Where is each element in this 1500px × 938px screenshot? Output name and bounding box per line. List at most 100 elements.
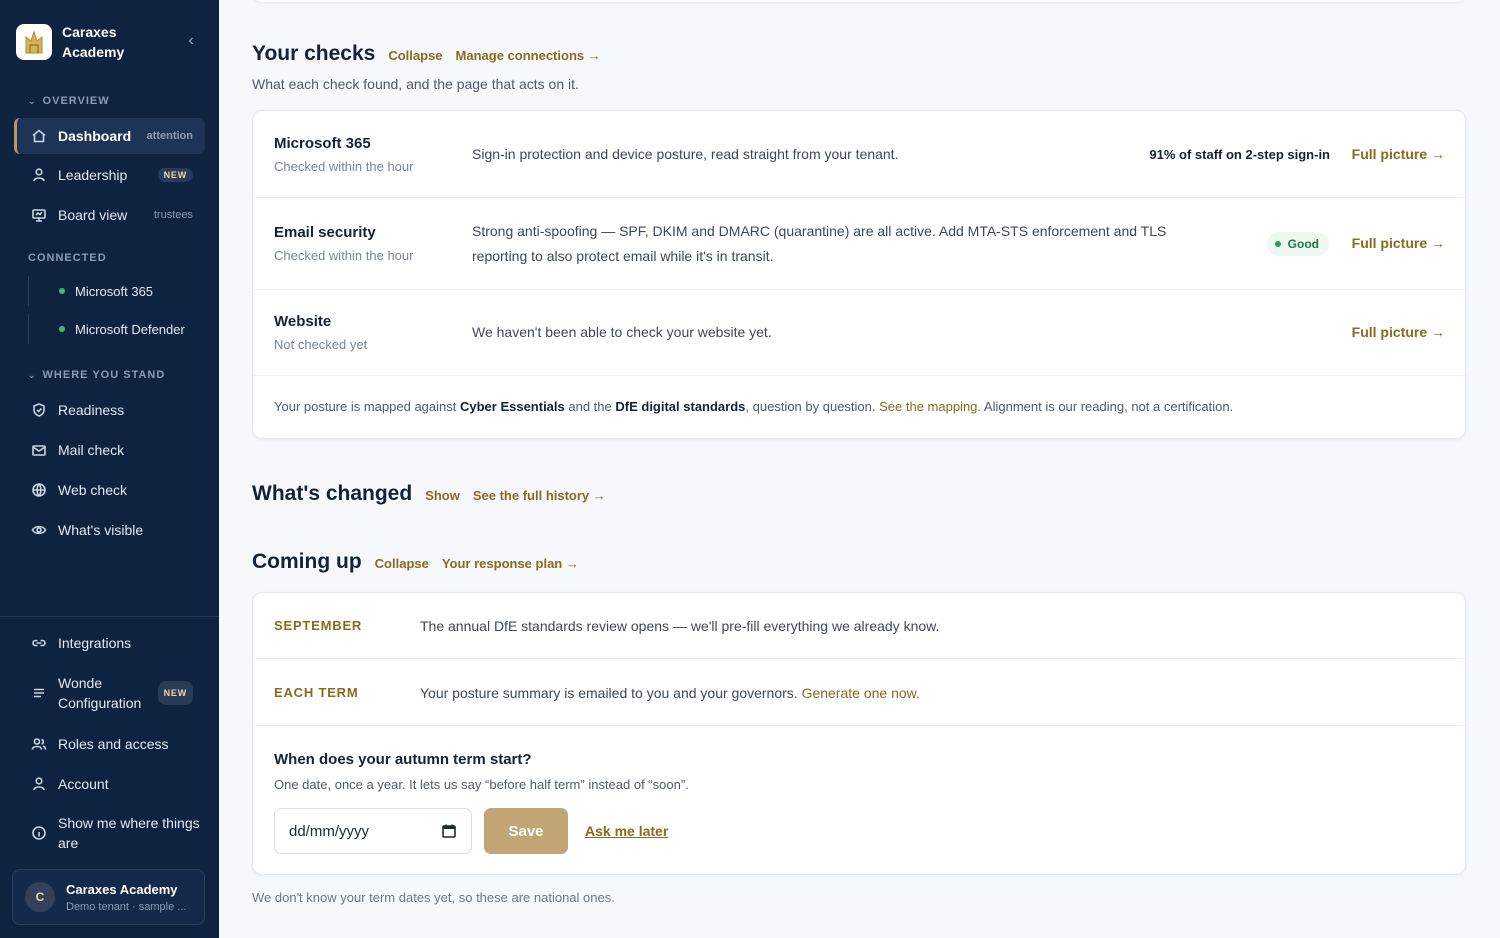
home-icon [31, 128, 47, 144]
sidebar-item-label: Mail check [58, 442, 125, 458]
sidebar-item-integrations[interactable]: Integrations [14, 625, 205, 661]
response-plan-link[interactable]: Your response plan → [442, 556, 579, 571]
sidebar-divider [0, 616, 219, 617]
term-question-help: One date, once a year. It lets us say “b… [274, 777, 689, 792]
mapping-note: Your posture is mapped against Cyber Ess… [274, 399, 1234, 414]
sidebar-item-label: Show me where things are [58, 815, 200, 851]
dragon-crest-icon [25, 30, 43, 54]
sidebar-item-wonde-configuration[interactable]: Wonde Configuration NEW [14, 671, 205, 715]
chevron-down-icon: ⌄ [28, 95, 37, 106]
save-button[interactable]: Save [484, 808, 568, 854]
coming-up-card: SEPTEMBER The annual DfE standards revie… [252, 592, 1466, 875]
generate-summary-link[interactable]: Generate one now. [802, 685, 920, 701]
sidebar-item-label: Leadership [58, 167, 128, 183]
sidebar-item-label: Wonde Configuration [58, 675, 142, 711]
sidebar-item-label: Web check [58, 482, 127, 498]
footnote: We don't know your term dates yet, so th… [252, 890, 615, 905]
check-stat: 91% of staff on 2-step sign-in [1149, 147, 1330, 162]
sidebar-item-label: Roles and access [58, 736, 169, 752]
check-time: Not checked yet [274, 337, 368, 352]
show-button[interactable]: Show [425, 488, 460, 503]
connected-status-dot [59, 288, 65, 294]
section-where-you-stand[interactable]: ⌄ WHERE YOU STAND [28, 369, 165, 381]
check-time: Checked within the hour [274, 248, 414, 263]
school-logo [16, 24, 52, 60]
chevron-down-icon: ⌄ [28, 369, 37, 380]
menu-icon [31, 685, 47, 701]
full-picture-link[interactable]: Full picture → [1352, 235, 1445, 251]
sidebar-item-readiness[interactable]: Readiness [14, 392, 205, 428]
account-name: Caraxes Academy [66, 881, 178, 897]
sidebar-item-whats-visible[interactable]: What's visible [14, 512, 205, 548]
main-content: Your checks Collapse Manage connections … [219, 0, 1500, 938]
collapse-button[interactable]: Collapse [375, 556, 429, 571]
sidebar-item-microsoft-defender[interactable]: Microsoft Defender [28, 314, 205, 344]
info-icon [31, 825, 47, 841]
mail-icon [31, 442, 47, 458]
check-row-microsoft-365: Microsoft 365 Checked within the hour Si… [253, 111, 1465, 198]
sidebar-item-label: Dashboard [58, 128, 132, 144]
new-badge: NEW [157, 168, 193, 182]
check-name: Microsoft 365 [274, 135, 371, 152]
checks-card: Microsoft 365 Checked within the hour Si… [252, 110, 1466, 439]
check-name: Website [274, 313, 332, 330]
check-time: Checked within the hour [274, 159, 414, 174]
account-subtitle: Demo tenant · sample ... [66, 900, 187, 913]
check-description: Strong anti-spoofing — SPF, DKIM and DMA… [472, 223, 1167, 264]
check-row-website: Website Not checked yet We haven't been … [253, 290, 1465, 376]
section-title: Coming up [252, 550, 362, 573]
section-title: Your checks [252, 42, 376, 65]
users-icon [31, 736, 47, 752]
status-badge: Good [1266, 232, 1329, 256]
eye-icon [31, 522, 47, 538]
section-connected: CONNECTED [28, 252, 107, 264]
previous-card-edge [252, 0, 1466, 2]
collapse-button[interactable]: Collapse [388, 48, 442, 63]
term-start-date-input[interactable]: dd/mm/yyyy [274, 808, 472, 854]
calendar-icon[interactable] [441, 823, 457, 839]
sidebar-item-roles-and-access[interactable]: Roles and access [14, 726, 205, 762]
sidebar-item-label: Board view [58, 207, 128, 223]
term-question: When does your autumn term start? [274, 751, 532, 768]
sidebar-item-account[interactable]: Account [14, 766, 205, 802]
account-switcher[interactable]: C Caraxes Academy Demo tenant · sample .… [12, 869, 205, 925]
full-picture-link[interactable]: Full picture → [1352, 324, 1445, 340]
check-description: We haven't been able to check your websi… [472, 324, 772, 340]
check-row-email-security: Email security Checked within the hour S… [253, 198, 1465, 290]
sidebar-item-mail-check[interactable]: Mail check [14, 432, 205, 468]
globe-icon [31, 482, 47, 498]
coming-up-row: EACH TERM Your posture summary is emaile… [253, 660, 1465, 726]
full-history-link[interactable]: See the full history → [473, 488, 606, 503]
section-subtitle: What each check found, and the page that… [252, 76, 579, 92]
manage-connections-link[interactable]: Manage connections → [456, 48, 601, 63]
section-title: What's changed [252, 482, 413, 505]
brand-name: Caraxes Academy [62, 24, 125, 60]
ask-me-later-link[interactable]: Ask me later [585, 823, 668, 839]
sidebar-item-hint: attention [146, 130, 193, 142]
connected-status-dot [59, 326, 65, 332]
section-overview[interactable]: ⌄ OVERVIEW [28, 95, 110, 107]
changed-header: What's changed Show See the full history… [252, 482, 606, 506]
date-placeholder: dd/mm/yyyy [289, 822, 370, 840]
sidebar-item-label: Readiness [58, 402, 125, 418]
sidebar-item-leadership[interactable]: Leadership NEW [14, 157, 205, 193]
sidebar-item-hint: trustees [153, 209, 193, 221]
sidebar-item-web-check[interactable]: Web check [14, 472, 205, 508]
brand: Caraxes Academy ‹ [16, 22, 206, 62]
sidebar-item-tour[interactable]: Show me where things are [14, 811, 205, 855]
sidebar: Caraxes Academy ‹ ⌄ OVERVIEW Dashboard at… [0, 0, 219, 938]
chevron-left-icon[interactable]: ‹ [182, 32, 200, 50]
shield-icon [31, 402, 47, 418]
new-badge: NEW [157, 681, 193, 705]
sidebar-item-dashboard[interactable]: Dashboard attention [14, 118, 205, 154]
checks-header: Your checks Collapse Manage connections … [252, 42, 601, 66]
sidebar-item-microsoft-365[interactable]: Microsoft 365 [28, 276, 205, 306]
event-message: Your posture summary is emailed to you a… [420, 684, 920, 701]
full-picture-link[interactable]: Full picture → [1352, 146, 1445, 162]
event-timing: SEPTEMBER [274, 618, 363, 633]
see-mapping-link[interactable]: See the mapping. [879, 399, 981, 414]
sidebar-item-board-view[interactable]: Board view trustees [14, 197, 205, 233]
sidebar-item-label: Microsoft 365 [75, 283, 154, 299]
coming-up-row: SEPTEMBER The annual DfE standards revie… [253, 593, 1465, 659]
status-dot [1274, 241, 1281, 247]
